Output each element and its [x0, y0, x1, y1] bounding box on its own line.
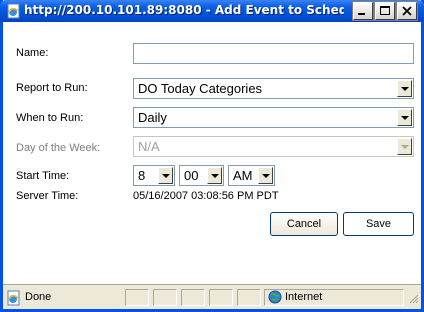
window-title: http://200.10.101.89:8080 - Add Event to… [24, 3, 344, 17]
start-minute-select[interactable]: 00 [179, 165, 224, 186]
status-text: Done [25, 291, 52, 303]
report-select[interactable]: DO Today Categories [133, 78, 414, 99]
chevron-down-icon[interactable] [207, 167, 222, 184]
start-hour-select[interactable]: 8 [133, 165, 175, 186]
report-select-value: DO Today Categories [138, 81, 263, 96]
cancel-button[interactable]: Cancel [270, 212, 338, 236]
status-bar: Done Internet [3, 284, 421, 309]
save-button[interactable]: Save [343, 212, 414, 236]
start-hour-value: 8 [138, 168, 146, 183]
chevron-down-icon[interactable] [158, 167, 173, 184]
resize-grip-icon[interactable] [407, 292, 419, 307]
maximize-button[interactable] [374, 1, 396, 21]
when-label: When to Run: [16, 112, 84, 124]
close-button[interactable] [396, 1, 418, 21]
server-time-value: 05/16/2007 03:08:56 PM PDT [133, 190, 279, 202]
status-pane [181, 289, 205, 306]
form-area: Name: Report to Run: DO Today Categories… [3, 22, 421, 284]
status-pane [125, 289, 149, 306]
zone-text: Internet [285, 291, 323, 303]
chevron-down-icon[interactable] [397, 109, 412, 126]
name-label: Name: [16, 47, 49, 59]
minimize-button[interactable] [352, 1, 374, 21]
day-of-week-label: Day of the Week: [16, 142, 101, 154]
start-time-label: Start Time: [16, 170, 70, 182]
status-pane [237, 289, 261, 306]
day-of-week-value: N/A [138, 139, 160, 154]
chevron-down-icon[interactable] [258, 167, 273, 184]
server-time-label: Server Time: [16, 190, 79, 202]
ie-page-icon [6, 3, 22, 19]
status-pane [153, 289, 177, 306]
name-input[interactable] [133, 43, 414, 64]
chevron-down-icon[interactable] [397, 80, 412, 97]
ie-page-icon [6, 290, 22, 309]
when-select-value: Daily [138, 110, 167, 125]
popup-window: http://200.10.101.89:8080 - Add Event to… [0, 0, 424, 312]
start-ampm-value: AM [233, 168, 253, 183]
chevron-down-icon [397, 138, 412, 155]
start-ampm-select[interactable]: AM [228, 165, 275, 186]
start-minute-value: 00 [184, 168, 199, 183]
report-label: Report to Run: [16, 82, 88, 94]
title-bar[interactable]: http://200.10.101.89:8080 - Add Event to… [0, 0, 424, 22]
when-select[interactable]: Daily [133, 107, 414, 128]
day-of-week-select: N/A [133, 136, 414, 157]
status-pane [209, 289, 233, 306]
globe-icon [268, 290, 282, 307]
